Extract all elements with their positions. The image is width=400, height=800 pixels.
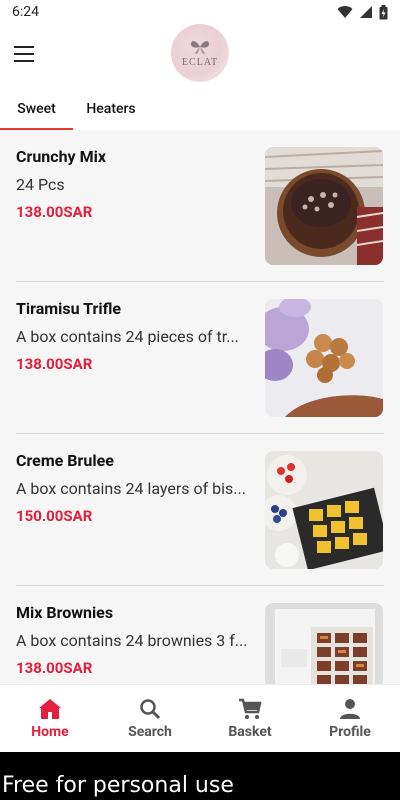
product-name: Crunchy Mix [16,147,106,166]
wifi-icon [337,6,353,19]
logo-text: ECLAT [181,56,219,68]
nav-label: Home [31,724,69,740]
menu-icon[interactable] [14,46,34,62]
product-description: A box contains 24 brownies 3 f... [16,631,248,650]
signal-icon [360,6,372,18]
bottom-navigation: Home Search Basket Profile [0,684,400,753]
product-item[interactable]: Creme Brulee A box contains 24 layers of… [0,434,400,586]
status-bar: 6:24 [0,0,400,24]
product-name: Creme Brulee [16,451,114,470]
product-description: A box contains 24 pieces of tr... [16,327,239,346]
product-name: Mix Brownies [16,603,114,622]
nav-label: Basket [228,724,272,740]
status-icons [337,4,388,20]
home-icon [39,699,61,719]
tab-heaters[interactable]: Heaters [73,88,149,130]
app-bar: ECLAT [0,24,400,88]
product-price: 138.00SAR [16,203,93,221]
nav-label: Search [128,724,172,740]
product-item[interactable]: Crunchy Mix 24 Pcs 138.00SAR [0,130,400,282]
nav-basket[interactable]: Basket [200,685,300,753]
product-list: Crunchy Mix 24 Pcs 138.00SAR Tiramisu Tr… [0,130,400,738]
status-time: 6:24 [12,4,39,20]
product-price: 150.00SAR [16,507,93,525]
product-name: Tiramisu Trifle [16,299,122,318]
product-price: 138.00SAR [16,355,93,373]
nav-home[interactable]: Home [0,685,100,753]
search-icon [140,699,161,720]
product-description: A box contains 24 layers of bis... [16,479,246,498]
nav-label: Profile [329,724,371,740]
battery-icon [379,4,388,19]
tab-sweet[interactable]: Sweet [0,88,73,130]
cart-icon [239,698,262,719]
product-item[interactable]: Tiramisu Trifle A box contains 24 pieces… [0,282,400,434]
nav-search[interactable]: Search [100,685,200,753]
nav-profile[interactable]: Profile [300,685,400,753]
watermark-banner: Free for personal use [0,752,400,800]
watermark-text: Free for personal use [2,773,234,798]
product-image[interactable] [265,451,383,569]
product-image[interactable] [265,299,383,417]
tab-label: Heaters [86,101,136,117]
brand-logo: ECLAT [171,24,229,82]
product-image[interactable] [265,147,383,265]
person-icon [340,699,360,719]
tab-label: Sweet [17,101,56,117]
product-description: 24 Pcs [16,175,65,194]
product-price: 138.00SAR [16,659,93,677]
category-tabs: Sweet Heaters [0,88,400,130]
butterfly-icon [190,40,210,54]
